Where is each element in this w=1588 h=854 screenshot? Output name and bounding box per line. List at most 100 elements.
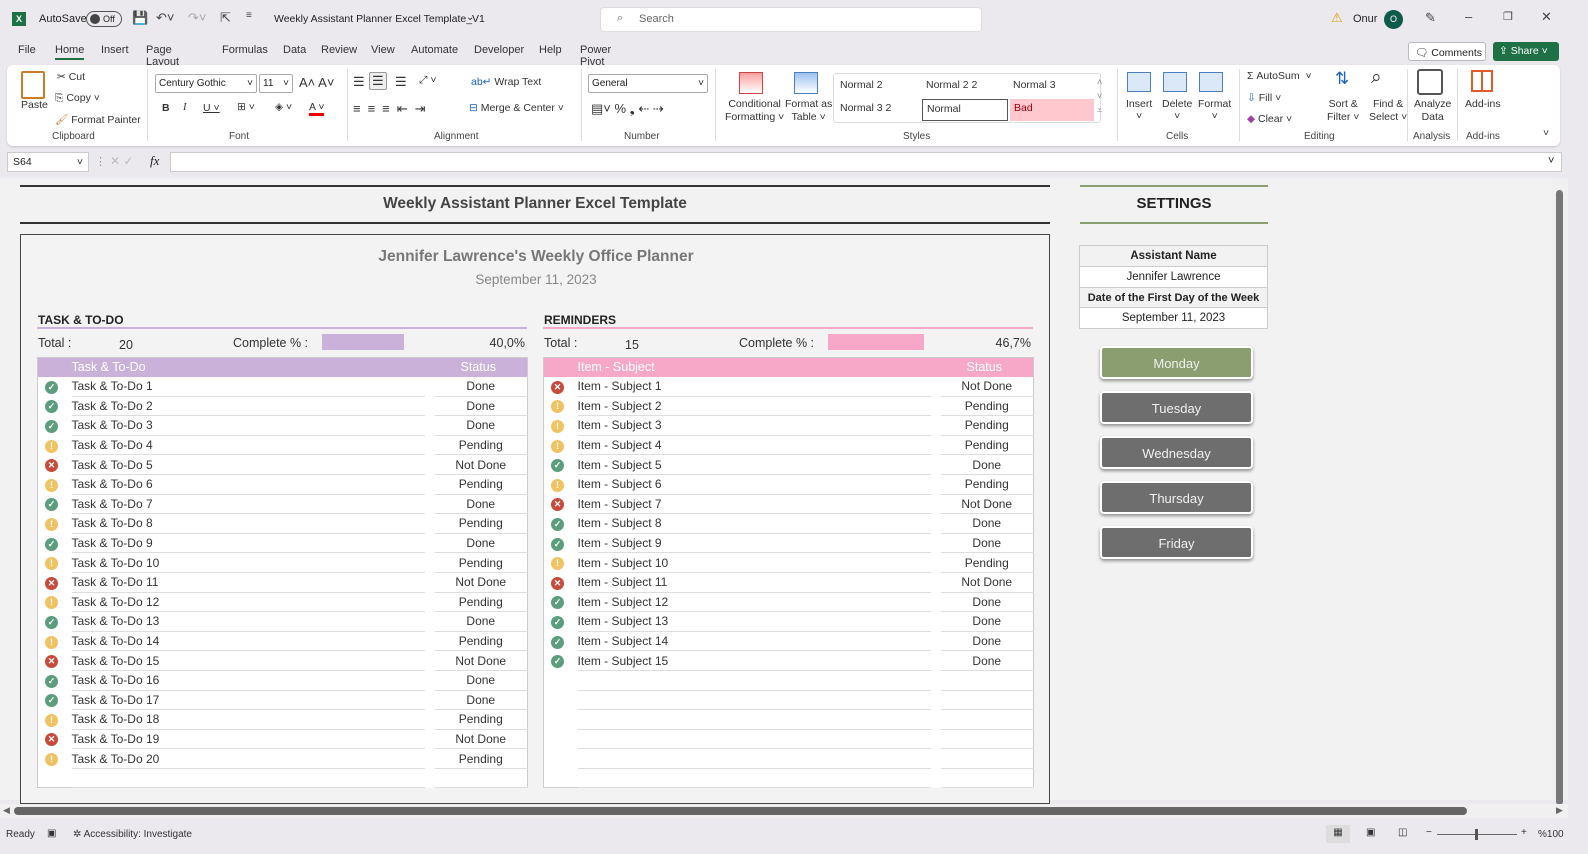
table-row[interactable]: !Item - Subject 4Pending bbox=[544, 435, 1034, 455]
table-row[interactable]: ✕Task & To-Do 15Not Done bbox=[38, 651, 528, 671]
day-button-tuesday[interactable]: Tuesday bbox=[1100, 391, 1253, 424]
table-row[interactable]: ✓Item - Subject 9Done bbox=[544, 533, 1034, 553]
number-format-icons[interactable]: ▤˅ % ❟ ⇠ ⇢ bbox=[591, 101, 664, 117]
first-day-value[interactable]: September 11, 2023 bbox=[1080, 308, 1267, 328]
user-name[interactable]: Onur bbox=[1353, 13, 1377, 25]
copy-button[interactable]: ⎘ Copy ˅ bbox=[55, 92, 100, 105]
table-row[interactable] bbox=[544, 749, 1034, 769]
item-name[interactable] bbox=[578, 670, 936, 690]
item-status[interactable]: Done bbox=[430, 690, 528, 710]
item-status[interactable]: Done bbox=[430, 377, 528, 397]
macro-icon[interactable]: ▣ bbox=[47, 828, 56, 839]
undo-icon[interactable]: ↶˅ bbox=[156, 10, 174, 26]
item-status[interactable]: Not Done bbox=[936, 494, 1034, 514]
paste-button[interactable]: Paste bbox=[21, 99, 48, 111]
table-row[interactable]: ✓Item - Subject 12Done bbox=[544, 592, 1034, 612]
table-row[interactable]: !Task & To-Do 18Pending bbox=[38, 710, 528, 730]
item-name[interactable]: Task & To-Do 7 bbox=[72, 494, 430, 514]
table-row[interactable]: !Task & To-Do 20Pending bbox=[38, 749, 528, 769]
zoom-level[interactable]: %100 bbox=[1538, 829, 1564, 840]
item-name[interactable]: Task & To-Do 16 bbox=[72, 670, 430, 690]
item-status[interactable] bbox=[936, 710, 1034, 730]
format-as-table-button[interactable]: Format asTable ˅ bbox=[785, 98, 832, 124]
share-button[interactable]: ⇪ Share ˅ bbox=[1493, 42, 1559, 61]
table-row[interactable]: ✓Task & To-Do 16Done bbox=[38, 670, 528, 690]
table-row[interactable]: !Task & To-Do 4Pending bbox=[38, 435, 528, 455]
tab-help[interactable]: Help bbox=[539, 44, 562, 56]
table-row[interactable]: !Item - Subject 6Pending bbox=[544, 474, 1034, 494]
underline-icon[interactable]: U ˅ bbox=[203, 102, 220, 114]
item-name[interactable]: Task & To-Do 2 bbox=[72, 396, 430, 416]
table-row[interactable] bbox=[544, 670, 1034, 690]
align-middle-icon[interactable]: ☰ bbox=[369, 72, 387, 90]
item-name[interactable]: Item - Subject 8 bbox=[578, 514, 936, 534]
style-cell-normal-2-2[interactable]: Normal 2 2 bbox=[926, 79, 977, 91]
restore-icon[interactable]: ❐ bbox=[1503, 10, 1513, 23]
normal-view-icon[interactable]: ▦ bbox=[1326, 825, 1350, 843]
table-row[interactable] bbox=[544, 710, 1034, 730]
item-status[interactable] bbox=[936, 768, 1034, 788]
item-name[interactable]: Task & To-Do 5 bbox=[72, 455, 430, 475]
item-name[interactable]: Item - Subject 12 bbox=[578, 592, 936, 612]
item-status[interactable]: Not Done bbox=[430, 651, 528, 671]
table-row[interactable] bbox=[544, 690, 1034, 710]
table-row[interactable]: ✕Item - Subject 11Not Done bbox=[544, 572, 1034, 592]
item-status[interactable]: Pending bbox=[936, 396, 1034, 416]
item-name[interactable] bbox=[578, 768, 936, 788]
table-row[interactable] bbox=[544, 768, 1034, 788]
item-status[interactable] bbox=[936, 670, 1034, 690]
item-name[interactable]: Task & To-Do 8 bbox=[72, 514, 430, 534]
cancel-icon[interactable]: ✕ ✓ bbox=[110, 154, 133, 168]
number-format-select[interactable]: General˅ bbox=[588, 74, 708, 93]
day-button-thursday[interactable]: Thursday bbox=[1100, 481, 1253, 514]
tab-file[interactable]: File bbox=[18, 44, 36, 56]
grow-font-icon[interactable]: A˄ A˅ bbox=[299, 75, 334, 90]
item-name[interactable]: Item - Subject 11 bbox=[578, 572, 936, 592]
zoom-out-icon[interactable]: − bbox=[1426, 827, 1432, 838]
search-input[interactable]: ⌕Search bbox=[600, 7, 982, 32]
table-row[interactable]: ✓Task & To-Do 7Done bbox=[38, 494, 528, 514]
item-name[interactable]: Item - Subject 15 bbox=[578, 651, 936, 671]
name-box[interactable]: S64˅ bbox=[7, 152, 89, 172]
table-row[interactable]: !Item - Subject 10Pending bbox=[544, 553, 1034, 573]
item-status[interactable]: Done bbox=[936, 533, 1034, 553]
item-status[interactable]: Pending bbox=[430, 592, 528, 612]
table-row[interactable]: !Task & To-Do 8Pending bbox=[38, 514, 528, 534]
table-row[interactable]: !Task & To-Do 12Pending bbox=[38, 592, 528, 612]
delete-cells-icon[interactable] bbox=[1163, 72, 1187, 92]
analyze-data-icon[interactable] bbox=[1417, 69, 1443, 95]
italic-icon[interactable]: I bbox=[183, 102, 187, 113]
item-name[interactable]: Item - Subject 14 bbox=[578, 631, 936, 651]
item-status[interactable]: Done bbox=[936, 612, 1034, 632]
align-top-icon[interactable]: ☰ bbox=[353, 74, 365, 90]
item-status[interactable]: Done bbox=[936, 651, 1034, 671]
style-cell-normal-3-2[interactable]: Normal 3 2 bbox=[840, 102, 891, 114]
item-name[interactable] bbox=[578, 729, 936, 749]
minimize-icon[interactable]: – bbox=[1465, 9, 1472, 24]
item-status[interactable]: Not Done bbox=[430, 729, 528, 749]
item-name[interactable]: Task & To-Do 1 bbox=[72, 377, 430, 397]
style-cell-bad[interactable]: Bad bbox=[1010, 99, 1094, 121]
page-layout-view-icon[interactable]: ▣ bbox=[1366, 827, 1375, 838]
file-name[interactable]: Weekly Assistant Planner Excel Template_… bbox=[274, 13, 485, 25]
item-name[interactable]: Item - Subject 1 bbox=[578, 377, 936, 397]
autosave-toggle[interactable]: Off bbox=[86, 11, 122, 27]
format-cells-button[interactable]: Format˅ bbox=[1198, 98, 1231, 122]
item-status[interactable]: Pending bbox=[936, 435, 1034, 455]
table-row[interactable]: ✓Task & To-Do 13Done bbox=[38, 612, 528, 632]
accessibility-button[interactable]: ✲ Accessibility: Investigate bbox=[73, 829, 192, 840]
table-row[interactable]: ✓Task & To-Do 9Done bbox=[38, 533, 528, 553]
table-row[interactable] bbox=[38, 768, 528, 788]
redo-icon[interactable]: ↷˅ bbox=[188, 10, 206, 26]
item-status[interactable]: Done bbox=[430, 670, 528, 690]
tab-review[interactable]: Review bbox=[321, 44, 357, 56]
clear-button[interactable]: ◆ Clear ˅ bbox=[1247, 113, 1292, 125]
tab-formulas[interactable]: Formulas bbox=[222, 44, 268, 56]
item-name[interactable] bbox=[72, 768, 430, 788]
tab-insert[interactable]: Insert bbox=[101, 44, 129, 56]
item-status[interactable]: Pending bbox=[936, 416, 1034, 436]
page-break-view-icon[interactable]: ◫ bbox=[1398, 827, 1407, 838]
item-name[interactable]: Item - Subject 5 bbox=[578, 455, 936, 475]
table-row[interactable]: !Task & To-Do 10Pending bbox=[38, 553, 528, 573]
table-row[interactable] bbox=[544, 729, 1034, 749]
